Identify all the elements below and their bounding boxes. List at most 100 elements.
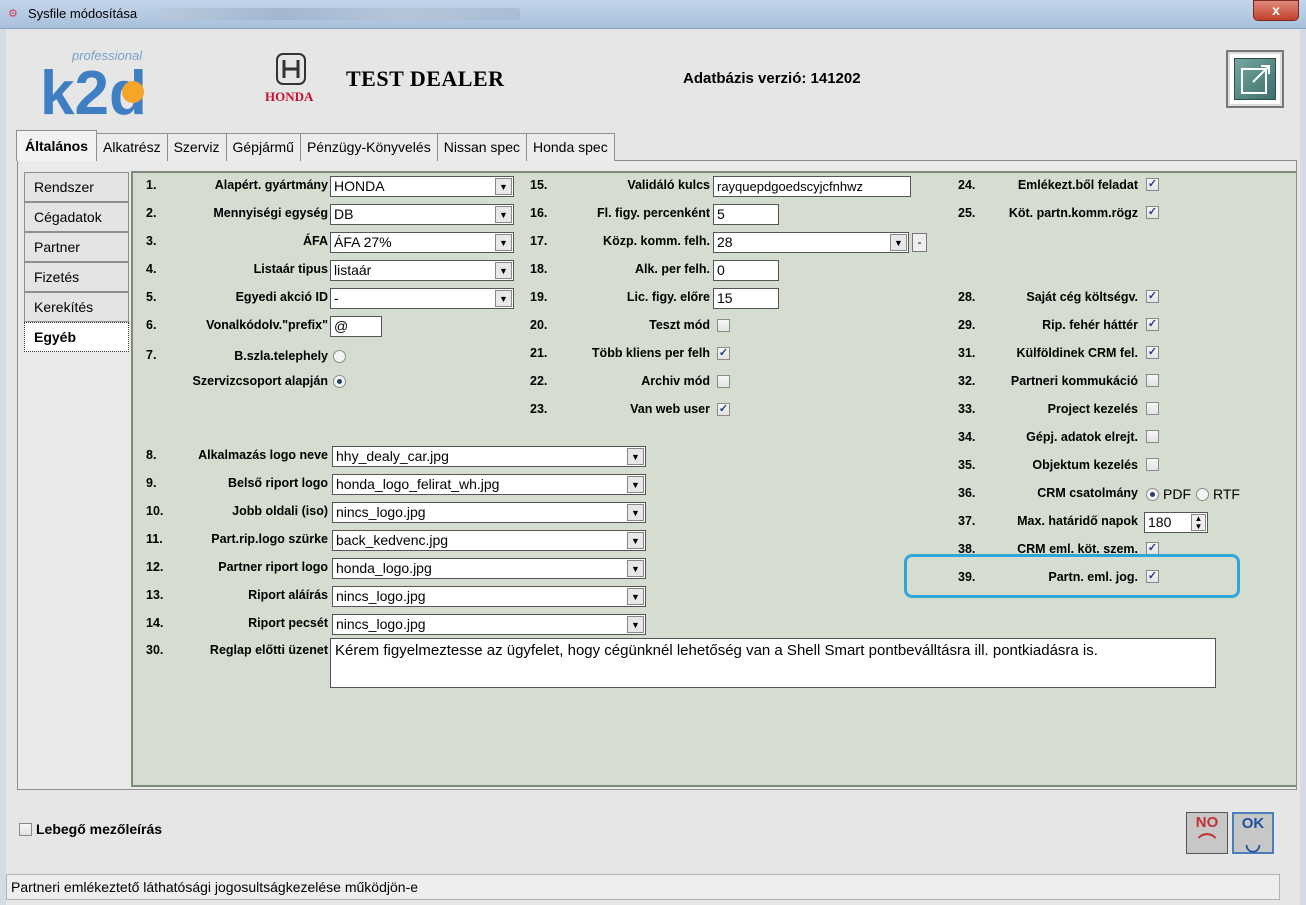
partner-comm-checkbox[interactable]: ✓ (1146, 206, 1159, 219)
license-warn-input[interactable]: 15 (713, 288, 779, 309)
chevron-down-icon: ▼ (495, 206, 512, 223)
reglap-message-textarea[interactable]: Kérem figyelmeztesse az ügyfelet, hogy c… (330, 638, 1216, 688)
partner-report-logo-select[interactable]: honda_logo.jpg ▼ (332, 558, 646, 579)
floating-description-checkbox[interactable] (19, 823, 32, 836)
field-number: 23. (530, 402, 548, 416)
side-tab-partner[interactable]: Partner (24, 232, 129, 262)
combo-value: honda_logo_felirat_wh.jpg (336, 476, 500, 492)
unit-select[interactable]: DB ▼ (330, 204, 514, 225)
web-user-checkbox[interactable]: ✓ (717, 403, 730, 416)
vat-select[interactable]: ÁFA 27% ▼ (330, 232, 514, 253)
tab-alkatresz[interactable]: Alkatrész (96, 133, 168, 161)
edit-icon (1234, 58, 1276, 100)
radio-pdf[interactable] (1146, 488, 1159, 501)
radio-telephely[interactable] (333, 350, 346, 363)
chevron-down-icon: ▼ (627, 532, 644, 549)
honda-logo: HONDA (265, 53, 314, 104)
spinner-arrows-icon[interactable]: ▲ ▼ (1191, 514, 1206, 531)
reminder-task-checkbox[interactable]: ✓ (1146, 178, 1159, 191)
object-handling-checkbox[interactable] (1146, 458, 1159, 471)
archive-mode-checkbox[interactable] (717, 375, 730, 388)
chevron-down-icon: ▼ (627, 616, 644, 633)
close-button[interactable]: x (1253, 0, 1299, 21)
combo-value: HONDA (334, 178, 385, 194)
side-tab-cegadatok[interactable]: Cégadatok (24, 202, 129, 232)
ok-button[interactable]: OK ◡ (1232, 812, 1274, 854)
blurred-title-info (160, 8, 520, 20)
radio-rtf[interactable] (1196, 488, 1209, 501)
field-number: 35. (958, 458, 976, 472)
k2d-logo: professional k2d (40, 48, 147, 120)
internal-report-logo-select[interactable]: honda_logo_felirat_wh.jpg ▼ (332, 474, 646, 495)
field-label: Több kliens per felh (591, 346, 710, 360)
radio-rtf-label: RTF (1213, 486, 1240, 502)
status-bar: Partneri emlékeztető láthatósági jogosul… (6, 874, 1280, 900)
tab-altalanos[interactable]: Általános (16, 130, 98, 161)
foreign-crm-checkbox[interactable]: ✓ (1146, 346, 1159, 359)
app-logo-select[interactable]: hhy_dealy_car.jpg ▼ (332, 446, 646, 467)
hide-vehicle-data-checkbox[interactable] (1146, 430, 1159, 443)
own-budget-checkbox[interactable]: ✓ (1146, 290, 1159, 303)
no-button[interactable]: NO ⌒ (1186, 812, 1228, 854)
field-number: 29. (958, 318, 976, 332)
radio-szervizcsoport[interactable] (333, 375, 346, 388)
test-mode-checkbox[interactable] (717, 319, 730, 332)
partner-communication-checkbox[interactable] (1146, 374, 1159, 387)
field-label: ÁFA (303, 234, 328, 248)
field-label: Riport aláírás (248, 588, 328, 602)
field-label: Saját cég költségv. (1026, 290, 1138, 304)
tab-penzugy[interactable]: Pénzügy-Könyvelés (299, 133, 438, 161)
validation-key-input[interactable]: rayquepdgoedscyjcfnhwz (713, 176, 911, 197)
chevron-down-icon: ▼ (627, 560, 644, 577)
field-label: Validáló kulcs (627, 178, 710, 192)
side-tab-rendszer[interactable]: Rendszer (24, 172, 129, 202)
combo-value: hhy_dealy_car.jpg (336, 448, 449, 464)
tab-gepjarmu[interactable]: Gépjármű (225, 133, 301, 161)
chevron-down-icon: ▼ (495, 262, 512, 279)
right-logo-select[interactable]: nincs_logo.jpg ▼ (332, 502, 646, 523)
white-background-checkbox[interactable]: ✓ (1146, 318, 1159, 331)
multi-client-checkbox[interactable]: ✓ (717, 347, 730, 360)
max-deadline-spinner[interactable]: 180 ▲ ▼ (1144, 512, 1208, 533)
side-tab-egyeb[interactable]: Egyéb (24, 322, 129, 352)
field-number: 21. (530, 346, 548, 360)
report-signature-select[interactable]: nincs_logo.jpg ▼ (332, 586, 646, 607)
main-tabs: Általános Alkatrész Szerviz Gépjármű Pén… (16, 130, 615, 161)
field-number: 36. (958, 486, 976, 500)
chevron-down-icon: ▼ (627, 476, 644, 493)
side-tab-kerekites[interactable]: Kerekítés (24, 292, 129, 322)
field-number: 6. (146, 318, 157, 332)
minus-button[interactable]: - (912, 233, 927, 252)
field-label: Max. határidő napok (1017, 514, 1138, 528)
tab-honda[interactable]: Honda spec (525, 133, 615, 161)
field-number: 24. (958, 178, 976, 192)
central-comm-user-select[interactable]: 28 ▼ (713, 232, 909, 253)
tab-nissan[interactable]: Nissan spec (436, 133, 527, 161)
barcode-prefix-input[interactable]: @ (330, 316, 382, 337)
combo-value: listaár (334, 262, 372, 278)
field-label: Van web user (630, 402, 710, 416)
project-handling-checkbox[interactable] (1146, 402, 1159, 415)
field-number: 5. (146, 290, 157, 304)
side-tab-fizetes[interactable]: Fizetés (24, 262, 129, 292)
field-number: 28. (958, 290, 976, 304)
check-interval-input[interactable]: 5 (713, 204, 779, 225)
manufacturer-select[interactable]: HONDA ▼ (330, 176, 514, 197)
field-label: Lic. figy. előre (626, 290, 710, 304)
field-label: Közp. komm. felh. (603, 234, 710, 248)
report-stamp-select[interactable]: nincs_logo.jpg ▼ (332, 614, 646, 635)
price-list-select[interactable]: listaár ▼ (330, 260, 514, 281)
sad-face-icon: ⌒ (1198, 833, 1216, 853)
promo-id-select[interactable]: - ▼ (330, 288, 514, 309)
side-tabs: Rendszer Cégadatok Partner Fizetés Kerek… (24, 172, 129, 352)
chevron-down-icon: ▼ (627, 504, 644, 521)
highlight-frame (904, 554, 1240, 598)
field-number: 7. (146, 348, 157, 362)
no-label: NO (1195, 814, 1219, 831)
app-per-user-input[interactable]: 0 (713, 260, 779, 281)
tab-szerviz[interactable]: Szerviz (166, 133, 227, 161)
edit-icon-button[interactable] (1226, 50, 1284, 108)
partner-grey-logo-select[interactable]: back_kedvenc.jpg ▼ (332, 530, 646, 551)
honda-text: HONDA (265, 89, 314, 104)
field-label: Partneri kommukáció (1010, 374, 1138, 388)
